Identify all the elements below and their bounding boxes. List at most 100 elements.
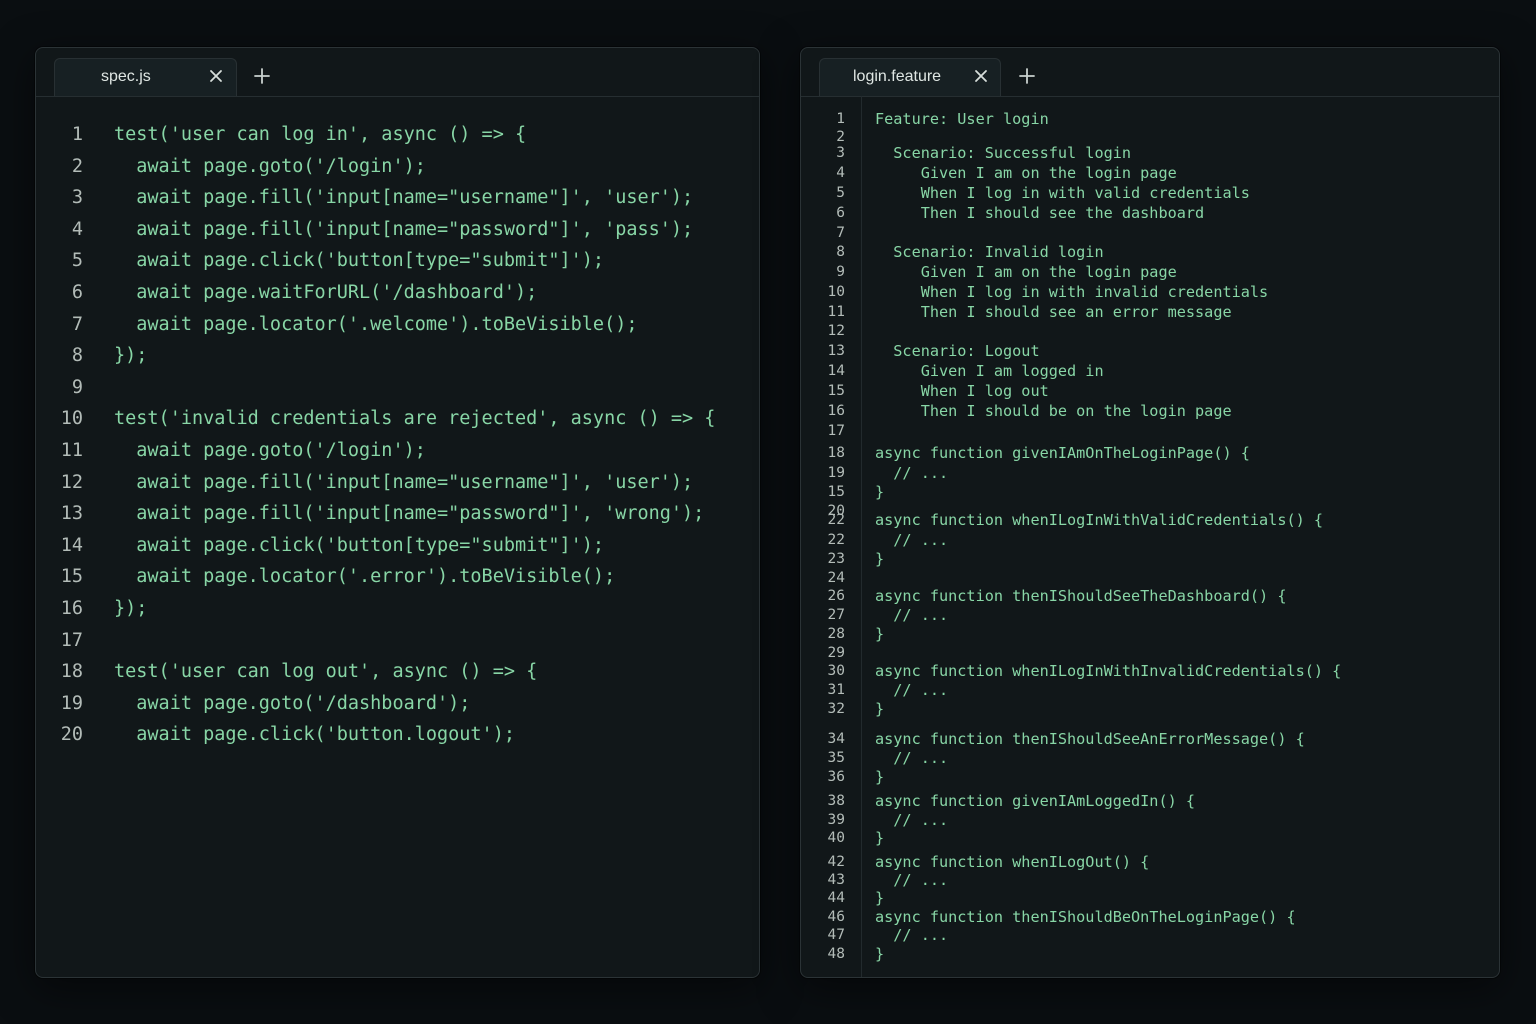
line-number: 6 xyxy=(836,205,845,221)
code-text: When I log out xyxy=(875,382,1049,400)
code-text: async function givenIAmOnTheLoginPage() … xyxy=(875,444,1250,462)
line-number: 36 xyxy=(827,769,845,785)
line-number: 9 xyxy=(836,264,845,280)
line-number: 2 xyxy=(71,156,83,177)
code-text: await page.fill('input[name="password"]'… xyxy=(114,503,705,524)
code-text: test('invalid credentials are rejected',… xyxy=(114,408,716,429)
code-text: Then I should be on the login page xyxy=(875,402,1232,420)
code-text: Scenario: Logout xyxy=(875,342,1040,360)
spec-editor-panel: spec.js 1 test('user can log in', async (… xyxy=(35,47,760,978)
code-text: } xyxy=(875,829,885,847)
code-text: } xyxy=(875,625,885,643)
tab-bar: spec.js xyxy=(36,48,759,97)
close-icon[interactable] xyxy=(204,64,228,88)
line-number: 15 xyxy=(60,566,83,587)
line-number: 8 xyxy=(71,345,83,366)
code-area[interactable]: 1 Feature: User login 2 3 Scenario: Success… xyxy=(801,108,1499,977)
code-text: Given I am on the login page xyxy=(875,164,1177,182)
plus-icon[interactable] xyxy=(250,64,274,88)
code-text: // ... xyxy=(875,606,949,624)
code-text: await page.waitForURL('/dashboard'); xyxy=(114,282,538,303)
code-text: await page.fill('input[name="password"]'… xyxy=(114,219,694,240)
code-text: await page.fill('input[name="username"]'… xyxy=(114,187,694,208)
line-number: 13 xyxy=(827,343,845,359)
line-number: 22 xyxy=(827,512,845,528)
code-text: // ... xyxy=(875,871,949,889)
line-number: 4 xyxy=(836,165,845,181)
code-text: // ... xyxy=(875,749,949,767)
feature-editor-panel: login.feature 1 Feature: User login 2 3 Sce… xyxy=(800,47,1500,978)
code-text: await page.goto('/login'); xyxy=(114,156,426,177)
code-text: } xyxy=(875,768,885,786)
line-number: 17 xyxy=(60,630,83,651)
code-text: // ... xyxy=(875,811,949,829)
code-text: Then I should see an error message xyxy=(875,303,1232,321)
tab-spec-js[interactable]: spec.js xyxy=(54,58,237,96)
code-text: Scenario: Invalid login xyxy=(875,243,1104,261)
line-number: 18 xyxy=(60,661,83,682)
code-text: test('user can log out', async () => { xyxy=(114,661,538,682)
line-number: 48 xyxy=(827,946,845,962)
code-text: When I log in with invalid credentials xyxy=(875,283,1269,301)
code-text: } xyxy=(875,700,885,718)
code-text: await page.goto('/login'); xyxy=(114,440,426,461)
plus-icon[interactable] xyxy=(1015,64,1039,88)
line-number: 15 xyxy=(827,383,845,399)
line-number: 14 xyxy=(60,535,83,556)
line-number: 20 xyxy=(60,724,83,745)
line-number: 6 xyxy=(71,282,83,303)
line-number: 5 xyxy=(71,250,83,271)
code-text: Feature: User login xyxy=(875,110,1049,128)
tab-bar: login.feature xyxy=(801,48,1499,97)
line-number: 3 xyxy=(836,145,845,161)
code-text: await page.locator('.error').toBeVisible… xyxy=(114,566,616,587)
code-text: // ... xyxy=(875,926,949,944)
code-text: } xyxy=(875,550,885,568)
line-number: 8 xyxy=(836,244,845,260)
code-text: async function whenILogInWithValidCreden… xyxy=(875,511,1324,529)
code-text: // ... xyxy=(875,531,949,549)
code-text: // ... xyxy=(875,464,949,482)
line-number: 1 xyxy=(71,124,83,145)
tab-label: spec.js xyxy=(101,68,151,85)
code-text: // ... xyxy=(875,681,949,699)
line-number: 7 xyxy=(71,314,83,335)
line-number: 19 xyxy=(60,693,83,714)
line-number: 4 xyxy=(71,219,83,240)
line-number: 40 xyxy=(827,830,845,846)
line-number: 14 xyxy=(827,363,845,379)
line-number: 3 xyxy=(71,187,83,208)
code-text: test('user can log in', async () => { xyxy=(114,124,527,145)
line-number: 16 xyxy=(827,403,845,419)
line-number: 10 xyxy=(827,284,845,300)
tab-login-feature[interactable]: login.feature xyxy=(819,58,1001,96)
code-text: await page.click('button[type="submit"]'… xyxy=(114,535,605,556)
line-number: 13 xyxy=(60,503,83,524)
close-icon[interactable] xyxy=(969,64,993,88)
code-text: }); xyxy=(114,345,148,366)
code-text: } xyxy=(875,945,885,963)
line-number: 9 xyxy=(71,377,83,398)
code-text: await page.click('button.logout'); xyxy=(114,724,515,745)
code-text: await page.goto('/dashboard'); xyxy=(114,693,471,714)
line-number: 32 xyxy=(827,701,845,717)
line-number: 17 xyxy=(827,423,845,439)
code-text: Scenario: Successful login xyxy=(875,144,1132,162)
line-number: 11 xyxy=(60,440,83,461)
tab-label: login.feature xyxy=(853,68,942,85)
line-number: 12 xyxy=(60,472,83,493)
code-area[interactable]: 1 test('user can log in', async () => {2 … xyxy=(36,124,759,977)
line-number: 10 xyxy=(60,408,83,429)
code-text: await page.fill('input[name="username"]'… xyxy=(114,472,694,493)
code-text: Given I am logged in xyxy=(875,362,1104,380)
code-text: } xyxy=(875,483,885,501)
line-number: 18 xyxy=(827,445,845,461)
code-text: When I log in with valid credentials xyxy=(875,184,1250,202)
line-number: 5 xyxy=(836,185,845,201)
code-text: }); xyxy=(114,598,148,619)
code-text: await page.click('button[type="submit"]'… xyxy=(114,250,605,271)
code-text: await page.locator('.welcome').toBeVisib… xyxy=(114,314,638,335)
code-text: Then I should see the dashboard xyxy=(875,204,1205,222)
line-number: 16 xyxy=(60,598,83,619)
line-number: 12 xyxy=(827,323,845,339)
